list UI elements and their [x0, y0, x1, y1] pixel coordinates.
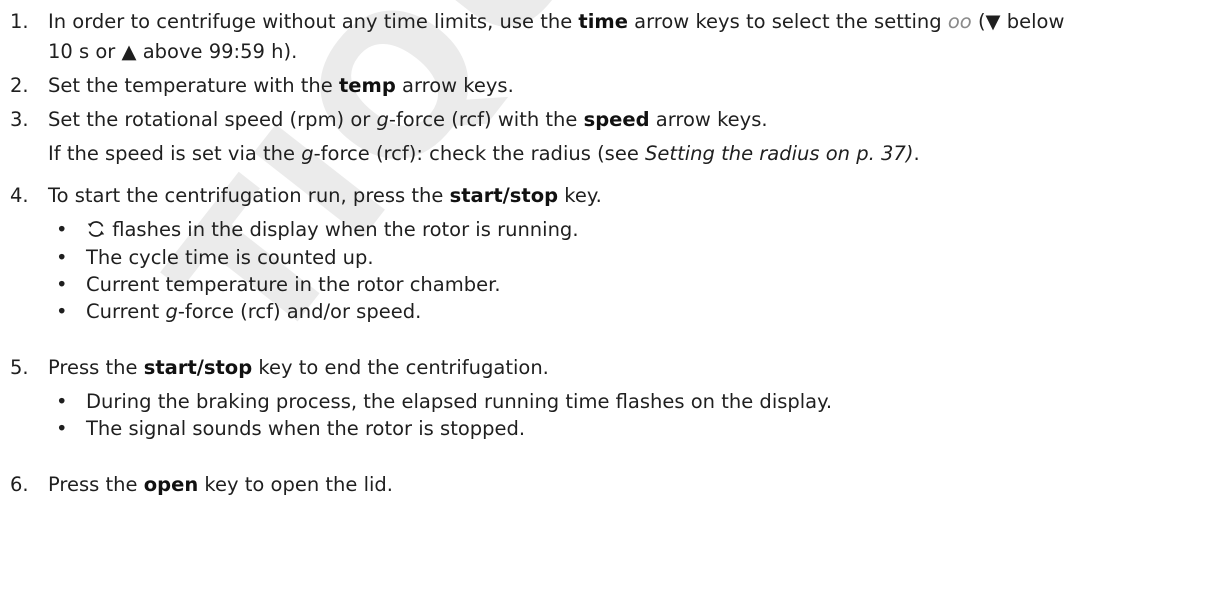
step-number: 2.: [10, 74, 29, 97]
step-number: 4.: [10, 184, 29, 207]
step-6-text-part: key to open the lid.: [198, 473, 393, 496]
rotate-icon: [86, 219, 106, 245]
step-4-text-part: To start the centrifugation run, press t…: [48, 184, 450, 207]
list-item: Current g-force (rcf) and/or speed.: [86, 300, 421, 324]
step-3-note: If the speed is set via the g-force (rcf…: [48, 142, 920, 166]
step-3-text: Set the rotational speed (rpm) or g-forc…: [48, 108, 768, 132]
document-page: TIQUE DUPLI 1. In order to centrifuge wi…: [0, 0, 1222, 603]
step-number: 1.: [10, 10, 29, 33]
list-item: The cycle time is counted up.: [86, 246, 374, 269]
list-item: During the braking process, the elapsed …: [86, 390, 833, 413]
bullet-marker: •: [56, 246, 68, 269]
step-4-text: To start the centrifugation run, press t…: [48, 184, 602, 208]
g-symbol: g: [376, 108, 389, 131]
note-text-part: -force (rcf): check the radius (see: [313, 142, 646, 165]
step-1-text-continued: 10 s or ▲ above 99:59 h).: [48, 40, 298, 63]
list-item: The signal sounds when the rotor is stop…: [86, 417, 526, 440]
bullet-marker: •: [56, 300, 68, 323]
step-3-text-part: arrow keys.: [649, 108, 768, 131]
step-number: 6.: [10, 473, 29, 496]
step-1-text-part: (▼ below: [971, 10, 1065, 33]
bullet-marker: •: [56, 273, 68, 296]
step-1-text-part: In order to centrifuge without any time …: [48, 10, 579, 33]
step-number: 5.: [10, 356, 29, 379]
setting-value: oo: [947, 10, 972, 33]
list-item-text: flashes in the display when the rotor is…: [106, 218, 579, 241]
list-item: flashes in the display when the rotor is…: [86, 218, 579, 245]
step-6-text: Press the open key to open the lid.: [48, 473, 393, 497]
key-name-start-stop: start/stop: [143, 356, 253, 379]
step-3-text-part: -force (rcf) with the: [388, 108, 584, 131]
step-6-text-part: Press the: [48, 473, 144, 496]
step-5-text-part: key to end the centrifugation.: [252, 356, 549, 379]
step-3-text-part: Set the rotational speed (rpm) or: [48, 108, 377, 131]
step-5-text-part: Press the: [48, 356, 144, 379]
step-number: 3.: [10, 108, 29, 131]
key-name-start-stop: start/stop: [449, 184, 559, 207]
g-symbol: g: [301, 142, 314, 165]
list-item-text: Current: [86, 300, 166, 323]
list-item-text: -force (rcf) and/or speed.: [177, 300, 422, 323]
step-4-text-part: key.: [558, 184, 602, 207]
g-symbol: g: [165, 300, 178, 323]
step-5-text: Press the start/stop key to end the cent…: [48, 356, 549, 380]
note-text-part: .: [913, 142, 920, 165]
step-1-text-part: arrow keys to select the setting: [627, 10, 948, 33]
step-2-text: Set the temperature with the temp arrow …: [48, 74, 514, 98]
key-name-open: open: [143, 473, 199, 496]
key-name-time: time: [578, 10, 628, 33]
bullet-marker: •: [56, 417, 68, 440]
key-name-speed: speed: [583, 108, 650, 131]
note-text-part: If the speed is set via the: [48, 142, 302, 165]
key-name-temp: temp: [338, 74, 396, 97]
step-2-text-part: arrow keys.: [395, 74, 514, 97]
bullet-marker: •: [56, 390, 68, 413]
cross-reference-link[interactable]: Setting the radius on p. 37): [645, 142, 913, 165]
step-1-text: In order to centrifuge without any time …: [48, 10, 1064, 34]
list-item: Current temperature in the rotor chamber…: [86, 273, 501, 296]
step-2-text-part: Set the temperature with the: [48, 74, 339, 97]
bullet-marker: •: [56, 218, 68, 241]
